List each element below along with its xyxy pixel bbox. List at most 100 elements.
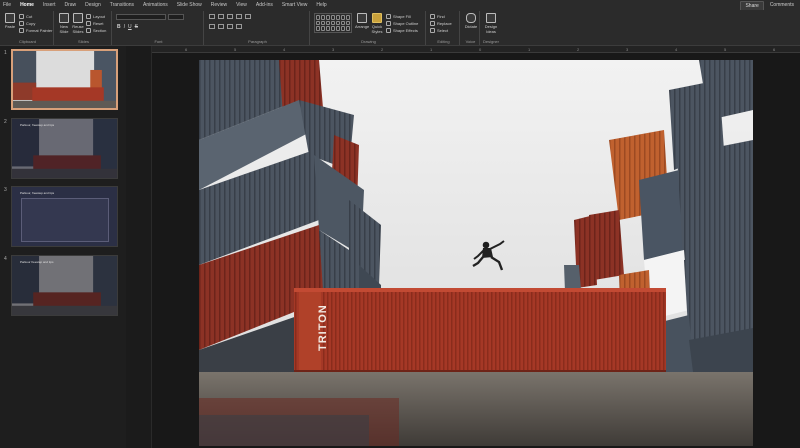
new-slide-icon [59,13,69,23]
horizontal-ruler: 6 5 4 3 2 1 0 1 2 3 4 5 6 [152,46,800,53]
menu-add-ins[interactable]: Add-ins [256,0,273,10]
paragraph-group: Paragraph [206,11,310,45]
bold-button[interactable]: B [117,24,121,30]
font-size-input[interactable] [168,14,184,20]
clipboard-icon [5,13,15,23]
slides-group-label: Slides [78,39,89,44]
reuse-slides-button[interactable]: Reuse Slides [71,13,85,34]
bullets-icon[interactable] [209,14,215,19]
clipboard-group-label: Clipboard [18,39,37,44]
paste-button[interactable]: Paste [3,13,17,29]
clipboard-group: Paste Cut Copy Format Painter Clipboard [2,11,54,45]
dictate-button[interactable]: Dictate [464,13,478,29]
quick-styles-icon [372,13,382,23]
reset-button[interactable]: Reset [86,20,106,27]
ribbon: Paste Cut Copy Format Painter Clipboard … [0,10,800,46]
slide-thumbnail-3[interactable]: Parkour, freestep and tips [11,186,118,247]
pen-icon [386,21,391,26]
copy-icon [19,21,24,26]
voice-group: Dictate Voice [462,11,480,45]
format-painter-button[interactable]: Format Painter [19,27,52,34]
thumbnail-scrollbar[interactable] [126,46,152,448]
drawing-group-label: Drawing [361,39,376,44]
quick-styles-button[interactable]: Quick Styles [370,13,384,34]
layout-icon [86,14,91,19]
align-center-icon[interactable] [218,24,224,29]
slide-thumbnail-pane[interactable]: 1 2 Parkour, freestep and tips 3 Parkour… [0,46,126,448]
menu-design[interactable]: Design [85,0,101,10]
magnifier-icon [430,14,435,19]
menu-help[interactable]: Help [316,0,326,10]
font-group: B I U S Font [114,11,204,45]
strikethrough-button[interactable]: S [135,24,138,30]
thumbnail-title: Parkour, freestep and tips [20,191,55,195]
main-slide[interactable]: TRITON [199,60,753,446]
reset-icon [86,21,91,26]
design-ideas-button[interactable]: Design Ideas [484,13,498,34]
voice-group-label: Voice [465,39,476,44]
decrease-indent-icon[interactable] [227,14,233,19]
shapes-gallery[interactable] [314,13,352,33]
slide-thumbnail-4[interactable]: Parkour freestep and tips [11,255,118,316]
copy-button[interactable]: Copy [19,20,52,27]
paragraph-group-label: Paragraph [248,39,267,44]
underline-button[interactable]: U [128,24,132,30]
select-icon [430,28,435,33]
menu-draw[interactable]: Draw [64,0,76,10]
thumbnail-title: Parkour, freestep and tips [20,123,55,127]
designer-group: Design Ideas Designer [482,11,500,45]
font-name-input[interactable] [116,14,166,20]
font-group-label: Font [154,39,163,44]
scissors-icon [19,14,24,19]
effects-icon [386,28,391,33]
slides-group: New Slide Reuse Slides Layout Reset Sect… [56,11,112,45]
thumbnail-number: 4 [4,256,7,262]
slide-thumbnail-2[interactable]: Parkour, freestep and tips [11,118,118,179]
section-button[interactable]: Section [86,27,106,34]
shape-outline-button[interactable]: Shape Outline [386,20,418,27]
justify-icon[interactable] [236,24,242,29]
paint-bucket-icon [386,14,391,19]
align-right-icon[interactable] [227,24,233,29]
menu-smart-view[interactable]: Smart View [282,0,307,10]
menu-transitions[interactable]: Transitions [110,0,134,10]
line-spacing-icon[interactable] [245,14,251,19]
designer-group-label: Designer [482,39,499,44]
section-icon [86,28,91,33]
thumbnail-number: 3 [4,187,7,193]
editing-group: Find Replace Select Editing [428,11,460,45]
shape-fill-button[interactable]: Shape Fill [386,13,418,20]
microphone-icon [466,13,476,23]
italic-button[interactable]: I [124,24,125,30]
menu-home[interactable]: Home [20,0,34,11]
menu-review[interactable]: Review [211,0,227,10]
cut-button[interactable]: Cut [19,13,52,20]
select-button[interactable]: Select [430,27,452,34]
thumbnail-number: 2 [4,119,7,125]
new-slide-button[interactable]: New Slide [57,13,71,34]
replace-button[interactable]: Replace [430,20,452,27]
design-ideas-icon [486,13,496,23]
container-brand-text: TRITON [317,304,329,352]
slide-1-preview [13,51,116,108]
arrange-button[interactable]: Arrange [355,13,369,29]
brush-icon [19,28,24,33]
numbering-icon[interactable] [218,14,224,19]
align-left-icon[interactable] [209,24,215,29]
find-button[interactable]: Find [430,13,452,20]
increase-indent-icon[interactable] [236,14,242,19]
slide-thumbnail-1[interactable] [11,49,118,110]
menu-insert[interactable]: Insert [43,0,56,10]
replace-icon [430,21,435,26]
layout-button[interactable]: Layout [86,13,106,20]
slide-background-photo [199,60,753,446]
menu-animations[interactable]: Animations [143,0,168,10]
menu-file[interactable]: File [3,0,11,10]
menu-slide-show[interactable]: Slide Show [177,0,202,10]
thumbnail-title: Parkour freestep and tips [20,260,54,264]
shape-effects-button[interactable]: Shape Effects [386,27,418,34]
thumbnail-content-box [21,198,109,242]
menu-view[interactable]: View [236,0,247,10]
arrange-icon [357,13,367,23]
drawing-group: Arrange Quick Styles Shape Fill Shape Ou… [312,11,426,45]
